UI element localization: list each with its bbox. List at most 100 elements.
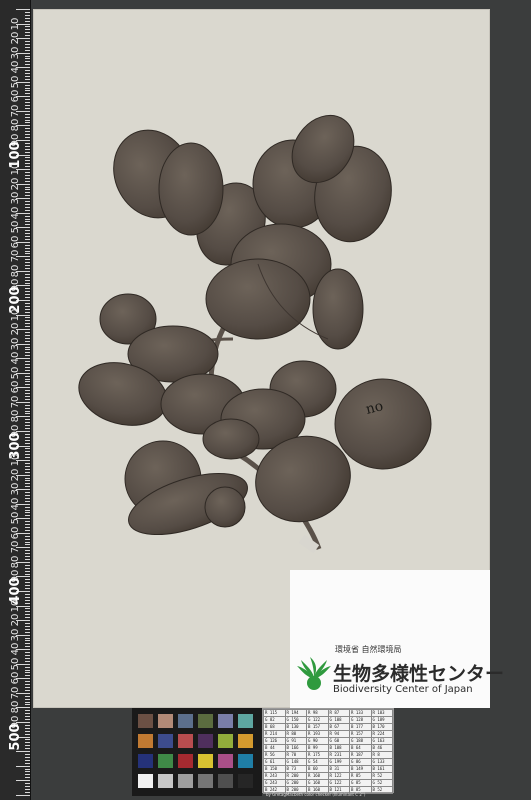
table-cell: G 90 (306, 737, 329, 745)
ruler-tick (25, 35, 30, 37)
color-swatch (218, 774, 233, 788)
ruler-tick (25, 238, 30, 240)
ruler-tick (25, 390, 30, 392)
ruler-tick (25, 716, 30, 718)
ruler-tick (25, 355, 30, 357)
ruler-tick (25, 521, 30, 523)
table-row: R 56 R 70 R 175 R 231 R 187 R 8 (263, 751, 393, 759)
ruler-tick (25, 26, 30, 28)
table-cell: G 200 (284, 779, 307, 787)
table-cell: R 157 (349, 730, 372, 738)
table-cell: R 200 (284, 772, 307, 780)
ruler-tick (25, 719, 30, 721)
ruler-tick (25, 774, 30, 776)
table-cell: B 31 (327, 765, 350, 773)
table-cell: B 149 (349, 765, 372, 773)
ruler-tick (25, 340, 30, 342)
color-swatch (138, 774, 153, 788)
table-cell: G 54 (306, 758, 329, 766)
ruler-tick (25, 698, 30, 700)
table-row: G 61 G 148 G 54 G 199 G 86 G 133 (263, 758, 393, 766)
ruler-tick (25, 410, 30, 412)
herbarium-image: 10 20 30 40 50 60 70 80 90 100 10 20 30 40 50 60 70 80 90 2… (0, 0, 531, 800)
ruler-tick (25, 247, 30, 249)
ruler-tick (25, 276, 30, 278)
ruler-tick (25, 494, 30, 496)
organization-title-english: Biodiversity Center of Japan (333, 684, 473, 695)
ruler-tick (25, 660, 30, 662)
ruler-tick (25, 623, 30, 624)
sprout-logo-icon (297, 657, 331, 690)
ruler-tick (25, 381, 30, 383)
color-swatch (138, 714, 153, 728)
ruler-tick (25, 107, 30, 109)
ruler-tick (25, 396, 30, 398)
table-cell: R 70 (284, 751, 307, 759)
ruler-tick (25, 203, 30, 205)
ruler-tick (25, 666, 30, 668)
ruler-tick (25, 762, 30, 764)
ruler-tick (25, 684, 30, 686)
ruler-tick (25, 492, 30, 494)
ruler-tick (25, 788, 30, 790)
ruler-tick (25, 337, 30, 339)
ruler-tick (25, 221, 30, 223)
ruler-tick (25, 224, 30, 226)
ruler-tick (25, 541, 30, 543)
ruler-tick (25, 637, 30, 639)
table-cell: G 86 (349, 758, 372, 766)
color-swatch (138, 754, 153, 768)
table-cell: R 52 (370, 772, 393, 780)
leaf (312, 268, 364, 350)
table-cell: G 91 (284, 737, 307, 745)
color-values-table: R 115 R 194 R 98 R 87 R 133 R 103 G 82 G 150 G 1… (262, 708, 394, 794)
ruler-tick (25, 515, 30, 517)
color-swatch (158, 734, 173, 748)
ruler-tick (25, 43, 30, 45)
ruler-tick (25, 687, 30, 689)
ruler-tick (25, 538, 30, 540)
ruler-tick (25, 218, 30, 220)
ruler-tick (25, 267, 30, 269)
table-cell: R 56 (263, 751, 286, 759)
color-swatch (198, 774, 213, 788)
ruler-tick (25, 643, 30, 645)
table-cell: B 161 (370, 765, 393, 773)
ruler-tick (25, 233, 30, 235)
ruler-tick (25, 608, 30, 610)
ruler-tick (25, 349, 30, 351)
table-cell: R 115 (263, 709, 286, 717)
table-cell: G 108 (327, 716, 350, 724)
ruler-tick (25, 556, 30, 558)
ruler-tick (25, 128, 30, 130)
table-row: R 243 R 200 R 160 R 122 R 85 R 52 (263, 772, 393, 780)
ruler-tick (25, 70, 30, 72)
ruler-tick (25, 407, 30, 409)
ruler-tick (25, 652, 30, 654)
ruler-tick (25, 262, 30, 264)
table-cell: R 175 (306, 751, 329, 759)
ruler-tick (25, 378, 30, 380)
leaf (204, 486, 246, 528)
ruler-tick (25, 617, 30, 619)
ruler-tick (25, 99, 30, 101)
color-swatch (158, 774, 173, 788)
ruler-tick (25, 93, 30, 95)
ruler-tick (25, 509, 30, 511)
ruler-tick (25, 122, 30, 124)
ruler-tick (25, 631, 30, 633)
ruler-tick (25, 11, 30, 13)
table-cell: G 150 (284, 716, 307, 724)
color-swatch (238, 754, 253, 768)
ruler-tick (25, 486, 30, 488)
color-checker-card (132, 708, 262, 796)
ministry-label: 環境省 自然環境局 (335, 645, 402, 654)
color-swatch (238, 774, 253, 788)
table-cell: G 61 (263, 758, 286, 766)
ruler-tick (25, 791, 30, 793)
ruler-tick (25, 131, 30, 133)
ruler-tick (25, 78, 30, 80)
ruler-tick (25, 332, 30, 333)
ruler-tick (25, 32, 30, 34)
ruler-tick (25, 320, 30, 322)
